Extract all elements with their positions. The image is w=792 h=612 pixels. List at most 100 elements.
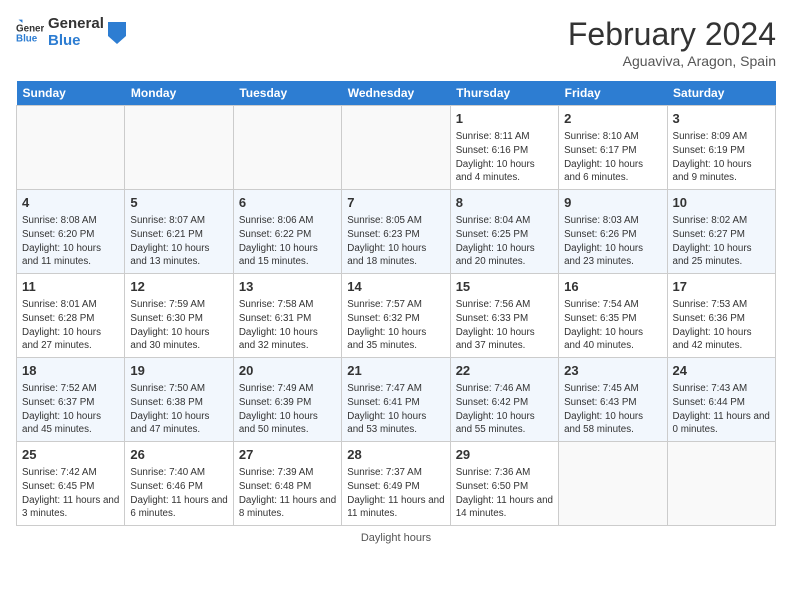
- day-info: Sunrise: 7:57 AMSunset: 6:32 PMDaylight:…: [347, 298, 444, 353]
- day-info: Sunrise: 8:08 AMSunset: 6:20 PMDaylight:…: [22, 214, 119, 269]
- day-info: Sunrise: 7:39 AMSunset: 6:48 PMDaylight:…: [239, 466, 336, 521]
- col-header-wednesday: Wednesday: [342, 81, 450, 106]
- day-number: 23: [564, 362, 661, 380]
- calendar-cell: 11 Sunrise: 8:01 AMSunset: 6:28 PMDayligh…: [17, 274, 125, 358]
- calendar-cell: 24 Sunrise: 7:43 AMSunset: 6:44 PMDayligh…: [667, 358, 775, 442]
- day-number: 24: [673, 362, 770, 380]
- calendar-cell: [667, 442, 775, 526]
- calendar-cell: 19 Sunrise: 7:50 AMSunset: 6:38 PMDayligh…: [125, 358, 233, 442]
- day-number: 27: [239, 446, 336, 464]
- day-number: 20: [239, 362, 336, 380]
- day-info: Sunrise: 8:11 AMSunset: 6:16 PMDaylight:…: [456, 130, 553, 185]
- calendar-cell: 17Sunrise: 7:53 AMSunset: 6:36 PMDayligh…: [667, 274, 775, 358]
- day-number: 5: [130, 194, 227, 212]
- footer-daylight: Daylight hours: [16, 532, 776, 544]
- day-number: 28: [347, 446, 444, 464]
- day-info: Sunrise: 7:49 AMSunset: 6:39 PMDaylight:…: [239, 382, 336, 437]
- logo-icon: General Blue: [16, 19, 44, 47]
- calendar-week-4: 18 Sunrise: 7:52 AMSunset: 6:37 PMDayligh…: [17, 358, 776, 442]
- logo: General Blue General Blue: [16, 16, 126, 49]
- day-info: Sunrise: 7:40 AMSunset: 6:46 PMDaylight:…: [130, 466, 227, 521]
- day-info: Sunrise: 8:03 AMSunset: 6:26 PMDaylight:…: [564, 214, 661, 269]
- day-number: 12: [130, 278, 227, 296]
- calendar-table: SundayMondayTuesdayWednesdayThursdayFrid…: [16, 81, 776, 526]
- day-number: 17: [673, 278, 770, 296]
- day-info: Sunrise: 7:37 AMSunset: 6:49 PMDaylight:…: [347, 466, 444, 521]
- day-info: Sunrise: 8:10 AMSunset: 6:17 PMDaylight:…: [564, 130, 661, 185]
- day-info: Sunrise: 8:01 AMSunset: 6:28 PMDaylight:…: [22, 298, 119, 353]
- logo-flag-icon: [108, 22, 126, 44]
- calendar-cell: 8Sunrise: 8:04 AMSunset: 6:25 PMDaylight…: [450, 190, 558, 274]
- day-number: 26: [130, 446, 227, 464]
- calendar-cell: 16 Sunrise: 7:54 AMSunset: 6:35 PMDayligh…: [559, 274, 667, 358]
- calendar-cell: 14Sunrise: 7:57 AMSunset: 6:32 PMDayligh…: [342, 274, 450, 358]
- day-number: 21: [347, 362, 444, 380]
- calendar-week-5: 25 Sunrise: 7:42 AMSunset: 6:45 PMDayligh…: [17, 442, 776, 526]
- calendar-cell: [233, 106, 341, 190]
- day-number: 15: [456, 278, 553, 296]
- calendar-cell: [125, 106, 233, 190]
- day-info: Sunrise: 7:43 AMSunset: 6:44 PMDaylight:…: [673, 382, 770, 437]
- calendar-week-2: 4 Sunrise: 8:08 AMSunset: 6:20 PMDaylight…: [17, 190, 776, 274]
- logo-blue: Blue: [48, 33, 104, 50]
- page-header: General Blue General Blue February 2024 …: [16, 16, 776, 69]
- day-number: 22: [456, 362, 553, 380]
- day-number: 13: [239, 278, 336, 296]
- day-info: Sunrise: 7:45 AMSunset: 6:43 PMDaylight:…: [564, 382, 661, 437]
- col-header-tuesday: Tuesday: [233, 81, 341, 106]
- calendar-cell: 10Sunrise: 8:02 AMSunset: 6:27 PMDayligh…: [667, 190, 775, 274]
- calendar-cell: 23 Sunrise: 7:45 AMSunset: 6:43 PMDayligh…: [559, 358, 667, 442]
- day-number: 2: [564, 110, 661, 128]
- day-info: Sunrise: 8:06 AMSunset: 6:22 PMDaylight:…: [239, 214, 336, 269]
- day-info: Sunrise: 7:36 AMSunset: 6:50 PMDaylight:…: [456, 466, 553, 521]
- day-number: 19: [130, 362, 227, 380]
- svg-text:Blue: Blue: [16, 33, 38, 44]
- day-info: Sunrise: 7:54 AMSunset: 6:35 PMDaylight:…: [564, 298, 661, 353]
- day-number: 3: [673, 110, 770, 128]
- calendar-cell: 4 Sunrise: 8:08 AMSunset: 6:20 PMDaylight…: [17, 190, 125, 274]
- calendar-cell: 18 Sunrise: 7:52 AMSunset: 6:37 PMDayligh…: [17, 358, 125, 442]
- day-number: 4: [22, 194, 119, 212]
- day-info: Sunrise: 7:52 AMSunset: 6:37 PMDaylight:…: [22, 382, 119, 437]
- calendar-cell: 3 Sunrise: 8:09 AMSunset: 6:19 PMDaylight…: [667, 106, 775, 190]
- day-info: Sunrise: 7:50 AMSunset: 6:38 PMDaylight:…: [130, 382, 227, 437]
- calendar-cell: [559, 442, 667, 526]
- header-row: SundayMondayTuesdayWednesdayThursdayFrid…: [17, 81, 776, 106]
- day-info: Sunrise: 8:05 AMSunset: 6:23 PMDaylight:…: [347, 214, 444, 269]
- day-info: Sunrise: 8:09 AMSunset: 6:19 PMDaylight:…: [673, 130, 770, 185]
- day-info: Sunrise: 7:42 AMSunset: 6:45 PMDaylight:…: [22, 466, 119, 521]
- calendar-cell: 28 Sunrise: 7:37 AMSunset: 6:49 PMDayligh…: [342, 442, 450, 526]
- day-number: 29: [456, 446, 553, 464]
- day-number: 18: [22, 362, 119, 380]
- calendar-cell: 2 Sunrise: 8:10 AMSunset: 6:17 PMDaylight…: [559, 106, 667, 190]
- calendar-cell: 6 Sunrise: 8:06 AMSunset: 6:22 PMDaylight…: [233, 190, 341, 274]
- calendar-week-1: 1 Sunrise: 8:11 AMSunset: 6:16 PMDaylight…: [17, 106, 776, 190]
- calendar-cell: [17, 106, 125, 190]
- day-number: 1: [456, 110, 553, 128]
- day-number: 7: [347, 194, 444, 212]
- col-header-friday: Friday: [559, 81, 667, 106]
- day-number: 9: [564, 194, 661, 212]
- day-number: 25: [22, 446, 119, 464]
- calendar-cell: 29 Sunrise: 7:36 AMSunset: 6:50 PMDayligh…: [450, 442, 558, 526]
- day-number: 11: [22, 278, 119, 296]
- day-number: 16: [564, 278, 661, 296]
- calendar-cell: 1 Sunrise: 8:11 AMSunset: 6:16 PMDaylight…: [450, 106, 558, 190]
- title-block: February 2024 Aguaviva, Aragon, Spain: [568, 16, 776, 69]
- day-info: Sunrise: 8:04 AMSunset: 6:25 PMDaylight:…: [456, 214, 553, 269]
- day-number: 6: [239, 194, 336, 212]
- day-info: Sunrise: 7:46 AMSunset: 6:42 PMDaylight:…: [456, 382, 553, 437]
- calendar-cell: 20 Sunrise: 7:49 AMSunset: 6:39 PMDayligh…: [233, 358, 341, 442]
- logo-general: General: [48, 16, 104, 33]
- day-info: Sunrise: 7:58 AMSunset: 6:31 PMDaylight:…: [239, 298, 336, 353]
- day-info: Sunrise: 8:07 AMSunset: 6:21 PMDaylight:…: [130, 214, 227, 269]
- calendar-cell: 9 Sunrise: 8:03 AMSunset: 6:26 PMDaylight…: [559, 190, 667, 274]
- day-number: 10: [673, 194, 770, 212]
- col-header-thursday: Thursday: [450, 81, 558, 106]
- calendar-cell: 5 Sunrise: 8:07 AMSunset: 6:21 PMDaylight…: [125, 190, 233, 274]
- calendar-cell: 21Sunrise: 7:47 AMSunset: 6:41 PMDayligh…: [342, 358, 450, 442]
- calendar-cell: 26 Sunrise: 7:40 AMSunset: 6:46 PMDayligh…: [125, 442, 233, 526]
- subtitle: Aguaviva, Aragon, Spain: [568, 53, 776, 69]
- calendar-cell: 13 Sunrise: 7:58 AMSunset: 6:31 PMDayligh…: [233, 274, 341, 358]
- calendar-cell: 12Sunrise: 7:59 AMSunset: 6:30 PMDayligh…: [125, 274, 233, 358]
